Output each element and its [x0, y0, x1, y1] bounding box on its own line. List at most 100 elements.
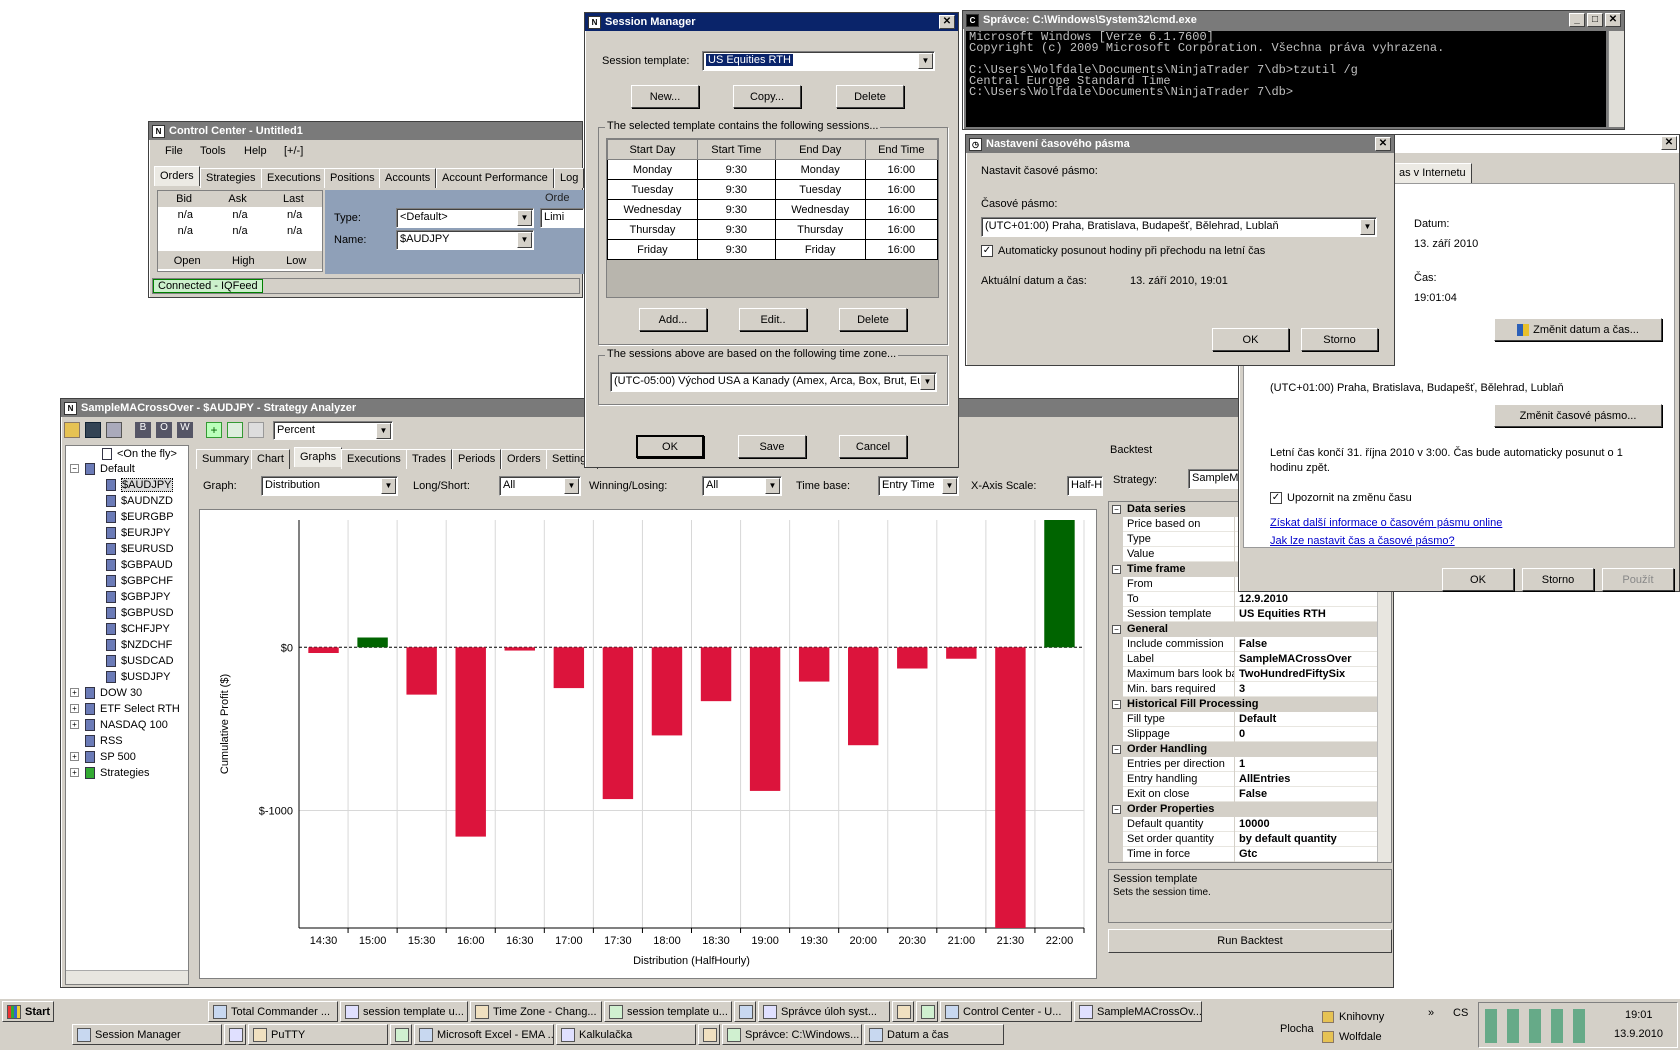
plocha-label[interactable]: Plocha [1280, 1023, 1314, 1035]
property-row[interactable]: Default quantity 10000 [1109, 817, 1391, 832]
minimize-icon[interactable]: _ [1569, 13, 1585, 27]
close-icon[interactable]: ✕ [939, 15, 955, 29]
property-row[interactable]: Min. bars required 3 [1109, 682, 1391, 697]
tz-select[interactable]: (UTC+01:00) Praha, Bratislava, Budapešť,… [981, 217, 1377, 237]
property-row[interactable]: Entry handling AllEntries [1109, 772, 1391, 787]
tab-log[interactable]: Log [554, 168, 585, 188]
collapse-icon[interactable]: − [1112, 625, 1121, 634]
taskbar-button[interactable]: session template u... [340, 1001, 468, 1022]
property-row[interactable]: Fill type Default [1109, 712, 1391, 727]
tree-item-instrument[interactable]: $EURUSD [106, 541, 174, 556]
control-center-titlebar[interactable]: N Control Center - Untitled1 [149, 122, 582, 140]
tree-item-on-the-fly[interactable]: <On the fly> [102, 446, 177, 461]
console-scrollbar[interactable] [1608, 31, 1624, 127]
console-output[interactable]: Microsoft Windows [Verze 6.1.7600] Copyri… [966, 31, 1606, 127]
property-row[interactable]: Session template US Equities RTH [1109, 607, 1391, 622]
session-manager-titlebar[interactable]: N Session Manager ✕ [585, 13, 958, 31]
taskbar-button[interactable] [916, 1001, 938, 1022]
cmd-titlebar[interactable]: C Správce: C:\Windows\System32\cmd.exe _ □ ✕ [963, 11, 1624, 29]
ok-button[interactable]: OK [636, 435, 704, 458]
tab-executions[interactable]: Executions [341, 449, 407, 469]
taskbar-button[interactable]: Time Zone - Chang... [470, 1001, 602, 1022]
language-indicator[interactable]: CS [1453, 1007, 1468, 1019]
collapse-icon[interactable]: − [1112, 565, 1121, 574]
taskbar-button[interactable]: Správce úloh syst... [758, 1001, 890, 1022]
property-section[interactable]: − Historical Fill Processing [1109, 697, 1391, 712]
tree-item-instrument[interactable]: $AUDJPY [106, 477, 173, 492]
taskbar-button[interactable] [734, 1001, 756, 1022]
collapse-icon[interactable]: − [1112, 745, 1121, 754]
property-row[interactable]: Maximum bars look back TwoHundredFiftySix [1109, 667, 1391, 682]
user-link[interactable]: Wolfdale [1322, 1031, 1382, 1044]
tree-item-instrument[interactable]: $NZDCHF [106, 637, 172, 652]
taskbar-button[interactable]: Správce: C:\Windows... [722, 1024, 862, 1045]
remove-icon[interactable] [248, 422, 264, 438]
property-row[interactable]: Slippage 0 [1109, 727, 1391, 742]
delete-session-button[interactable]: Delete [839, 308, 907, 331]
tree-item-instrument[interactable]: $USDCAD [106, 653, 174, 668]
col-start-day[interactable]: Start Day [607, 139, 698, 160]
cancel-button[interactable]: Cancel [839, 435, 907, 458]
taskbar-button[interactable]: PuTTY [248, 1024, 388, 1045]
taskbar-button[interactable] [224, 1024, 246, 1045]
cancel-button[interactable]: Storno [1301, 328, 1378, 351]
tree-item-list[interactable]: + SP 500 [70, 749, 136, 764]
expand-icon[interactable]: + [70, 704, 79, 713]
taskbar-button[interactable] [390, 1024, 412, 1045]
tab-periods[interactable]: Periods [452, 449, 502, 469]
property-value[interactable]: 12.9.2010 [1239, 592, 1288, 607]
expand-icon[interactable]: + [70, 768, 79, 777]
menu-toggle[interactable]: [+/-] [284, 145, 303, 157]
name-select[interactable]: $AUDJPY ▼ [396, 230, 534, 250]
save-icon[interactable] [85, 422, 101, 438]
tab-trades[interactable]: Trades [406, 449, 452, 469]
more-chevron-icon[interactable]: » [1428, 1007, 1434, 1019]
taskbar-button[interactable] [892, 1001, 914, 1022]
tree-item-instrument[interactable]: $CHFJPY [106, 621, 170, 636]
timezone-select[interactable]: (UTC-05:00) Východ USA a Kanady (Amex, A… [610, 372, 937, 392]
tree-item-list[interactable]: + Strategies [70, 765, 150, 780]
session-row[interactable]: Wednesday 9:30 Wednesday 16:00 [607, 199, 939, 220]
tree-item-instrument[interactable]: $GBPAUD [106, 557, 173, 572]
property-row[interactable]: Entries per direction 1 [1109, 757, 1391, 772]
libraries-link[interactable]: Knihovny [1322, 1011, 1384, 1024]
display-unit-select[interactable]: Percent ▼ [273, 420, 393, 440]
menu-tools[interactable]: Tools [200, 145, 226, 157]
tree-item-list[interactable]: + DOW 30 [70, 685, 142, 700]
add-icon[interactable]: + [206, 422, 222, 438]
session-row[interactable]: Thursday 9:30 Thursday 16:00 [607, 219, 939, 240]
timebase-select[interactable]: Entry Time ▼ [878, 476, 959, 496]
tray-icons[interactable] [1485, 1009, 1595, 1043]
menu-file[interactable]: File [165, 145, 183, 157]
save-button[interactable]: Save [738, 435, 806, 458]
timezone-titlebar[interactable]: ◷ Nastavení časového pásma ✕ [966, 135, 1394, 153]
property-row[interactable]: Exit on close False [1109, 787, 1391, 802]
tab-strategies[interactable]: Strategies [200, 168, 262, 188]
property-value[interactable]: 10000 [1239, 817, 1270, 832]
xscale-select[interactable]: Half-H [1067, 476, 1103, 496]
taskbar-button[interactable]: session template u... [604, 1001, 732, 1022]
property-value[interactable]: False [1239, 787, 1267, 802]
taskbar-button[interactable]: Microsoft Excel - EMA ... [414, 1024, 554, 1045]
edit-icon[interactable] [227, 422, 243, 438]
tree-item-instrument[interactable]: $USDJPY [106, 669, 171, 684]
property-value[interactable]: AllEntries [1239, 772, 1290, 787]
notify-checkbox[interactable]: ✓ Upozornit na změnu času [1270, 492, 1412, 505]
auto-dst-checkbox[interactable]: ✓ Automaticky posunout hodiny při přechod… [981, 245, 1265, 258]
tab-account-performance[interactable]: Account Performance [436, 168, 554, 188]
property-section[interactable]: − Order Properties [1109, 802, 1391, 817]
ok-button[interactable]: OK [1442, 568, 1514, 591]
expand-icon[interactable]: + [70, 752, 79, 761]
help-link[interactable]: Jak lze nastavit čas a časové pásmo? [1270, 535, 1455, 547]
delete-template-button[interactable]: Delete [836, 85, 904, 108]
taskbar-button[interactable]: Datum a čas [864, 1024, 1004, 1045]
collapse-icon[interactable]: − [1112, 805, 1121, 814]
close-icon[interactable]: ✕ [1605, 13, 1621, 27]
expand-icon[interactable]: + [70, 688, 79, 697]
tab-graphs[interactable]: Graphs [294, 447, 343, 467]
close-icon[interactable]: ✕ [1661, 136, 1677, 150]
property-value[interactable]: Default [1239, 712, 1276, 727]
maximize-icon[interactable]: □ [1587, 13, 1603, 27]
tab-executions[interactable]: Executions [261, 168, 327, 188]
b-icon[interactable]: B [135, 422, 151, 438]
